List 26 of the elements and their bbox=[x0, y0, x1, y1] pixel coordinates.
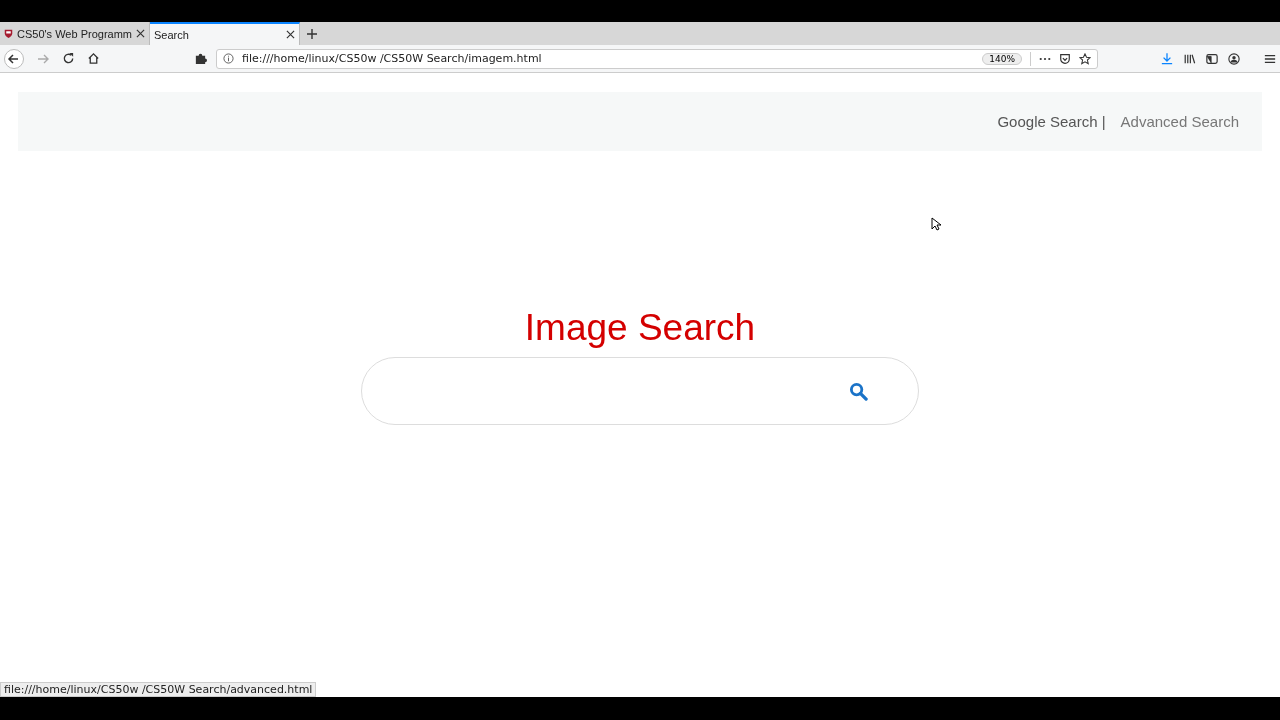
page-heading: Image Search bbox=[524, 307, 756, 349]
puzzle-icon[interactable] bbox=[194, 52, 207, 65]
new-tab-icon[interactable] bbox=[306, 27, 318, 40]
more-icon[interactable] bbox=[1039, 56, 1051, 61]
nav-link[interactable]: Advanced Search bbox=[1120, 113, 1239, 130]
menu-icon[interactable] bbox=[1264, 52, 1276, 65]
nav-link[interactable]: Google Search | bbox=[997, 113, 1106, 130]
browser-tab[interactable]: Search bbox=[150, 22, 300, 45]
reload-icon[interactable] bbox=[62, 52, 75, 65]
close-icon[interactable] bbox=[136, 29, 145, 38]
library-icon[interactable] bbox=[1183, 52, 1196, 65]
status-bar: file:///home/linux/CS50w /CS50W Search/advanced.html bbox=[0, 682, 317, 697]
close-icon[interactable] bbox=[286, 30, 295, 39]
download-icon[interactable] bbox=[1161, 52, 1173, 65]
address-bar[interactable]: file:///home/linux/CS50w /CS50W Search/imagem.html 140% bbox=[216, 48, 1098, 69]
info-icon bbox=[223, 53, 234, 64]
mouse-pointer-icon bbox=[931, 217, 941, 231]
home-icon[interactable] bbox=[87, 52, 100, 65]
account-icon[interactable] bbox=[1228, 52, 1240, 65]
sidebar-icon[interactable] bbox=[1206, 52, 1218, 65]
pocket-icon[interactable] bbox=[1059, 52, 1071, 65]
star-icon[interactable] bbox=[1079, 52, 1091, 65]
back-icon[interactable] bbox=[4, 48, 24, 69]
shield-icon bbox=[4, 28, 13, 39]
search-icon[interactable] bbox=[849, 381, 868, 401]
zoom-level[interactable]: 140% bbox=[982, 52, 1022, 65]
